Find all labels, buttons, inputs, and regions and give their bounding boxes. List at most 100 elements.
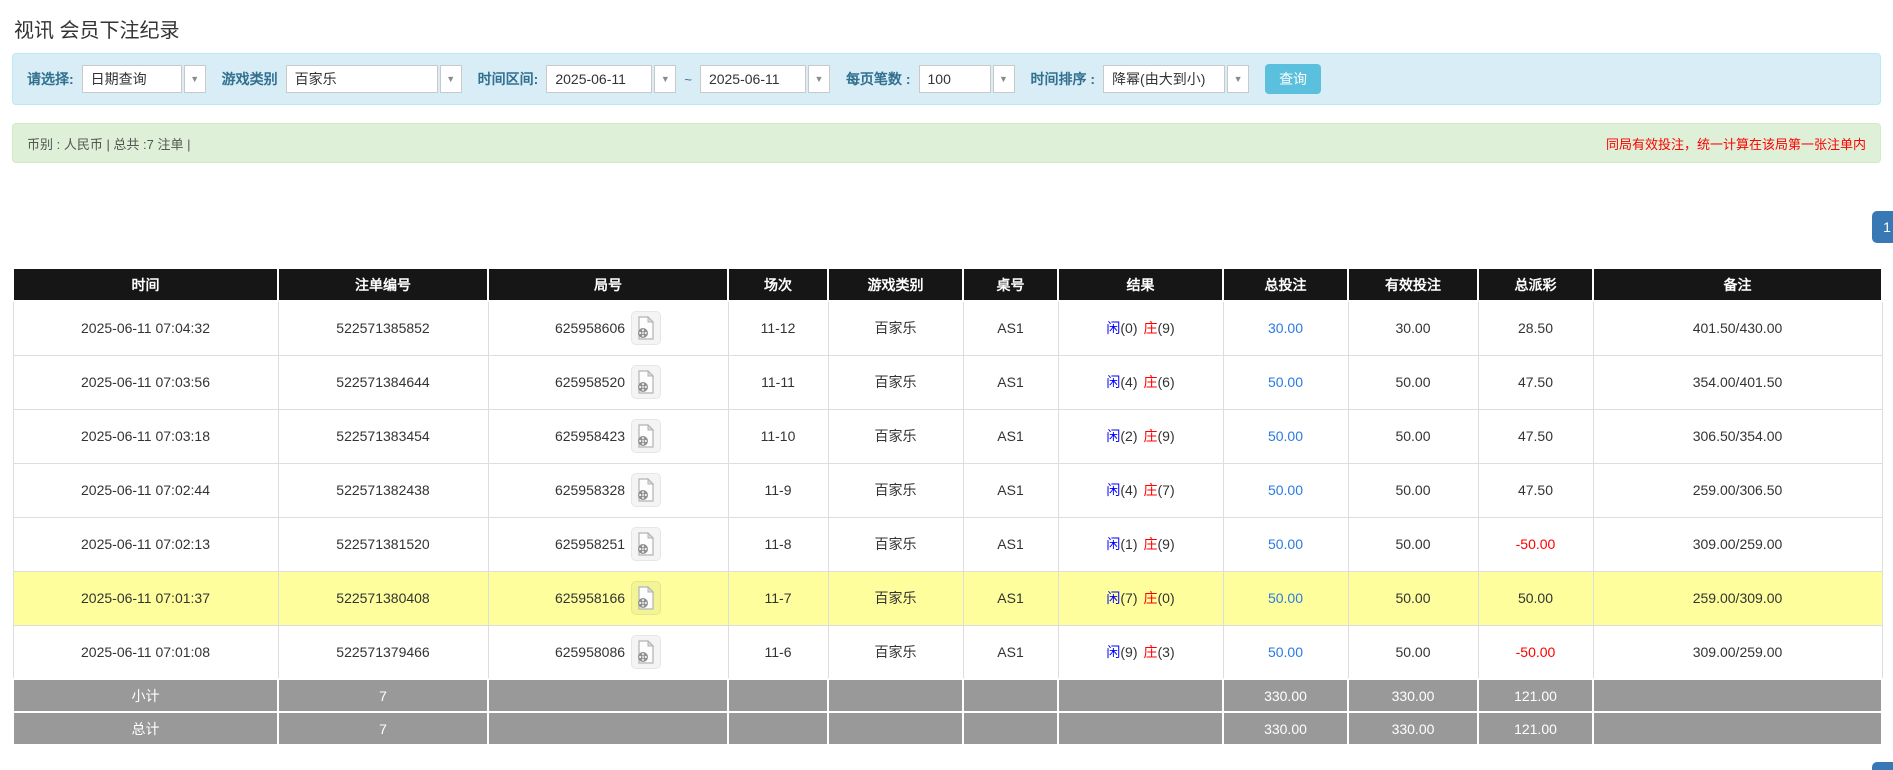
session-cell: 11-12 <box>728 301 828 355</box>
round-id: 625958328 <box>555 482 625 498</box>
valid-bet-cell: 50.00 <box>1348 355 1478 409</box>
time-cell: 2025-06-11 07:02:13 <box>13 517 278 571</box>
total-bet-link[interactable]: 50.00 <box>1268 428 1303 444</box>
page-size-value: 100 <box>919 65 991 93</box>
remark-cell: 309.00/259.00 <box>1593 625 1882 679</box>
result-banker-label: 庄 <box>1144 590 1158 606</box>
round-cell: 625958166 <box>488 571 728 625</box>
video-replay-button[interactable] <box>631 527 661 561</box>
game-type-select[interactable]: 百家乐 ▼ <box>286 65 462 93</box>
result-banker-label: 庄 <box>1144 320 1158 336</box>
search-button[interactable]: 查询 <box>1265 64 1321 94</box>
result-player-score: (1) <box>1120 536 1137 552</box>
video-replay-button[interactable] <box>631 635 661 669</box>
total-bet-link[interactable]: 50.00 <box>1268 536 1303 552</box>
table-no-cell: AS1 <box>963 571 1058 625</box>
total-bet-link[interactable]: 30.00 <box>1268 320 1303 336</box>
chevron-down-icon[interactable]: ▼ <box>993 65 1015 93</box>
result-banker-label: 庄 <box>1144 374 1158 390</box>
table-row: 2025-06-11 07:03:18 522571383454 6259584… <box>13 409 1882 463</box>
pagination-page-button-top[interactable]: 1 <box>1872 211 1893 243</box>
summary-bar: 币别 : 人民币 | 总共 :7 注单 | 同局有效投注，统一计算在该局第一张注… <box>12 123 1881 163</box>
video-replay-button[interactable] <box>631 473 661 507</box>
result-banker-score: (7) <box>1158 482 1175 498</box>
game-type-cell: 百家乐 <box>828 301 963 355</box>
total-bet-link[interactable]: 50.00 <box>1268 644 1303 660</box>
total-count: 7 <box>278 712 488 745</box>
video-replay-button[interactable] <box>631 311 661 345</box>
session-cell: 11-6 <box>728 625 828 679</box>
game-type-cell: 百家乐 <box>828 571 963 625</box>
empty-cell <box>963 712 1058 745</box>
total-bet-link[interactable]: 50.00 <box>1268 482 1303 498</box>
time-cell: 2025-06-11 07:02:44 <box>13 463 278 517</box>
page-size-label: 每页笔数 : <box>846 69 911 89</box>
payout-cell: 50.00 <box>1478 571 1593 625</box>
video-replay-button[interactable] <box>631 581 661 615</box>
chevron-down-icon[interactable]: ▼ <box>808 65 830 93</box>
round-cell: 625958423 <box>488 409 728 463</box>
payout-cell: -50.00 <box>1478 517 1593 571</box>
game-type-cell: 百家乐 <box>828 355 963 409</box>
session-cell: 11-8 <box>728 517 828 571</box>
notice-text: 同局有效投注，统一计算在该局第一张注单内 <box>1606 134 1866 153</box>
currency-summary-text: 币别 : 人民币 | 总共 :7 注单 | <box>27 134 191 153</box>
total-bet-cell: 50.00 <box>1223 517 1348 571</box>
date-from-value: 2025-06-11 <box>546 65 652 93</box>
result-player-score: (7) <box>1120 590 1137 606</box>
remark-cell: 306.50/354.00 <box>1593 409 1882 463</box>
result-player-label: 闲 <box>1106 536 1120 552</box>
page-size-select[interactable]: 100 ▼ <box>919 65 1015 93</box>
chevron-down-icon[interactable]: ▼ <box>440 65 462 93</box>
bet-id-cell: 522571380408 <box>278 571 488 625</box>
valid-bet-cell: 50.00 <box>1348 517 1478 571</box>
chevron-down-icon[interactable]: ▼ <box>654 65 676 93</box>
video-replay-button[interactable] <box>631 365 661 399</box>
col-header-session: 场次 <box>728 268 828 301</box>
result-player-score: (4) <box>1120 374 1137 390</box>
total-payout: 121.00 <box>1478 712 1593 745</box>
table-row: 2025-06-11 07:01:08 522571379466 6259580… <box>13 625 1882 679</box>
table-row: 2025-06-11 07:04:32 522571385852 6259586… <box>13 301 1882 355</box>
sort-value: 降幂(由大到小) <box>1103 65 1225 93</box>
subtotal-payout: 121.00 <box>1478 679 1593 712</box>
total-bet-cell: 50.00 <box>1223 625 1348 679</box>
total-bet-link[interactable]: 50.00 <box>1268 590 1303 606</box>
result-player-score: (2) <box>1120 428 1137 444</box>
film-icon <box>636 532 656 556</box>
col-header-remark: 备注 <box>1593 268 1882 301</box>
query-type-select[interactable]: 日期查询 ▼ <box>82 65 206 93</box>
result-cell: 闲(0)庄(9) <box>1058 301 1223 355</box>
table-no-cell: AS1 <box>963 301 1058 355</box>
time-cell: 2025-06-11 07:01:37 <box>13 571 278 625</box>
empty-cell <box>1058 679 1223 712</box>
empty-cell <box>1058 712 1223 745</box>
video-replay-button[interactable] <box>631 419 661 453</box>
film-icon <box>636 316 656 340</box>
time-cell: 2025-06-11 07:01:08 <box>13 625 278 679</box>
result-cell: 闲(7)庄(0) <box>1058 571 1223 625</box>
sort-select[interactable]: 降幂(由大到小) ▼ <box>1103 65 1249 93</box>
total-bet-cell: 50.00 <box>1223 409 1348 463</box>
date-to-select[interactable]: 2025-06-11 ▼ <box>700 65 830 93</box>
table-body: 2025-06-11 07:04:32 522571385852 6259586… <box>13 301 1882 679</box>
round-cell: 625958606 <box>488 301 728 355</box>
round-id: 625958520 <box>555 374 625 390</box>
session-cell: 11-9 <box>728 463 828 517</box>
total-bet-link[interactable]: 50.00 <box>1268 374 1303 390</box>
session-cell: 11-10 <box>728 409 828 463</box>
empty-cell <box>728 679 828 712</box>
result-player-label: 闲 <box>1106 320 1120 336</box>
filter-bar: 请选择: 日期查询 ▼ 游戏类别 百家乐 ▼ 时间区间: 2025-06-11 … <box>12 53 1881 105</box>
session-cell: 11-11 <box>728 355 828 409</box>
empty-cell <box>1593 712 1882 745</box>
bet-records-table: 时间 注单编号 局号 场次 游戏类别 桌号 结果 总投注 有效投注 总派彩 备注… <box>12 267 1883 746</box>
col-header-table-no: 桌号 <box>963 268 1058 301</box>
pagination-page-button-bottom[interactable]: 1 <box>1872 762 1893 770</box>
date-from-select[interactable]: 2025-06-11 ▼ <box>546 65 676 93</box>
round-id: 625958606 <box>555 320 625 336</box>
payout-cell: -50.00 <box>1478 625 1593 679</box>
chevron-down-icon[interactable]: ▼ <box>1227 65 1249 93</box>
result-player-score: (0) <box>1120 320 1137 336</box>
chevron-down-icon[interactable]: ▼ <box>184 65 206 93</box>
